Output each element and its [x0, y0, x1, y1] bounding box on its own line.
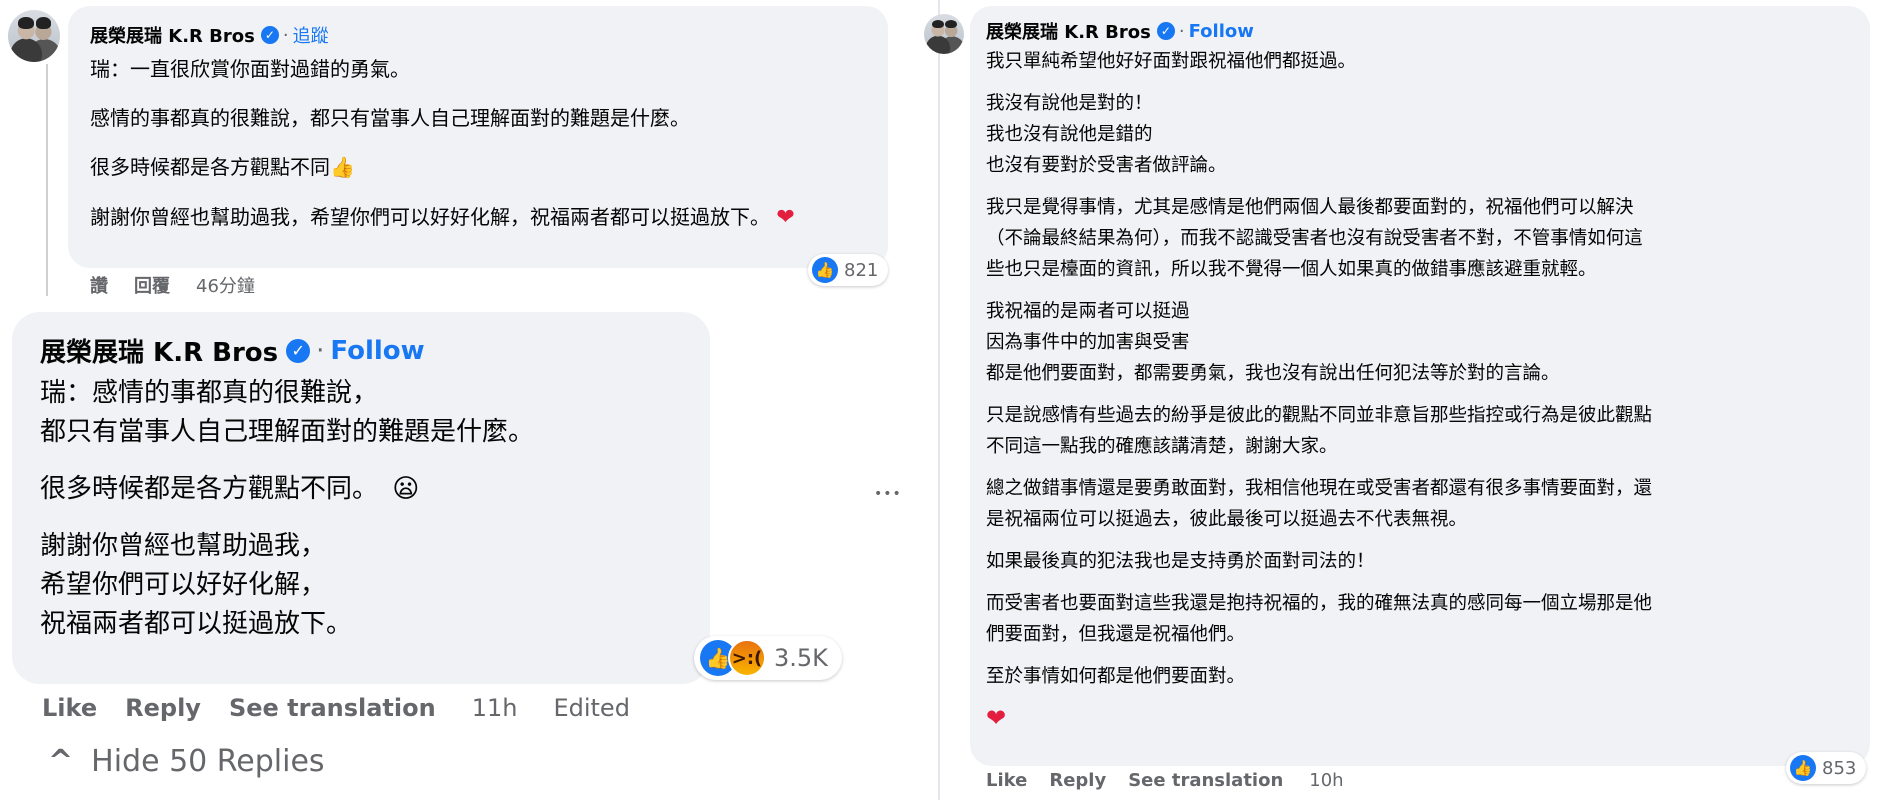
reply-link[interactable]: Reply	[125, 694, 201, 722]
like-link[interactable]: Like	[42, 694, 97, 722]
comment-paragraph: 瑞：一直很欣賞你面對過錯的勇氣。	[90, 57, 410, 81]
reaction-count: 3.5K	[774, 644, 828, 672]
avatar[interactable]	[924, 14, 964, 54]
comment-paragraph-text: 謝謝你曾經也幫助過我，希望你們可以好好化解，祝福兩者都可以挺過放下。	[90, 205, 770, 229]
separator-dot: ·	[316, 335, 325, 366]
sad-face-emoji-icon: 😦	[392, 474, 420, 504]
comment-line: 我也沒有說他是錯的	[986, 124, 1153, 145]
separator-dot: ·	[1178, 20, 1185, 42]
like-reaction-icon: 👍	[812, 257, 838, 283]
comment-line: 也沒有要對於受害者做評論。	[986, 155, 1227, 176]
comment-line: （不論最終結果為何），而我不認識受害者也沒有說受害者不對，不管事情如何這	[986, 228, 1643, 249]
follow-button[interactable]: 追蹤	[293, 22, 329, 48]
comment-actions-right: Like Reply See translation 10h	[986, 770, 1344, 791]
comment-paragraph: 謝謝你曾經也幫助過我， 希望你們可以好好化解， 祝福兩者都可以挺過放下。	[40, 527, 700, 644]
reaction-count: 853	[1822, 757, 1857, 779]
verified-badge-icon: ✓	[286, 338, 311, 363]
comment-line: 希望你們可以好好化解，	[40, 570, 327, 600]
reaction-summary[interactable]: 👍 821	[808, 254, 889, 286]
comment-paragraph: 而受害者也要面對這些我還是抱持祝福的，我的確無法真的感同每一個立場那是他 們要面…	[986, 588, 1856, 650]
author-name[interactable]: 展榮展瑞 K.R Bros	[90, 22, 255, 48]
like-reaction-icon: 👍	[1790, 755, 1816, 781]
follow-button[interactable]: Follow	[330, 336, 424, 366]
comment-bubble-top: 展榮展瑞 K.R Bros ✓ · 追蹤 瑞：一直很欣賞你面對過錯的勇氣。 感情…	[68, 6, 888, 268]
comment-line: 都是他們要面對，都需要勇氣，我也沒有說出任何犯法等於對的言論。	[986, 363, 1560, 384]
timestamp[interactable]: 11h	[472, 694, 518, 722]
comment-line: 很多時候都是各方觀點不同。	[40, 474, 379, 504]
comment-paragraph: 很多時候都是各方觀點不同👍	[90, 155, 355, 179]
comment-paragraph: 我只單純希望他好好面對跟祝福他們都挺過。	[986, 46, 1856, 77]
comment-paragraph: 我沒有說他是對的！ 我也沒有說他是錯的 也沒有要對於受害者做評論。	[986, 88, 1856, 181]
comment-header: 展榮展瑞 K.R Bros ✓ · Follow	[40, 332, 425, 369]
timestamp[interactable]: 10h	[1309, 770, 1343, 791]
comment-bubble-right: 展榮展瑞 K.R Bros ✓ · Follow 我只單純希望他好好面對跟祝福他…	[970, 6, 1870, 766]
verified-badge-icon: ✓	[1156, 22, 1175, 40]
comment-paragraph: 總之做錯事情還是要勇敢面對，我相信他現在或受害者都還有很多事情要面對，還 是祝福…	[986, 473, 1856, 535]
comment-actions-top: 讚 回覆 46分鐘	[90, 272, 255, 298]
comment-paragraph: 我只是覺得事情，尤其是感情是他們兩個人最後都要面對的，祝福他們可以解決 （不論最…	[986, 192, 1856, 285]
comment-line: 而受害者也要面對這些我還是抱持祝福的，我的確無法真的感同每一個立場那是他	[986, 593, 1653, 614]
panel-divider	[938, 0, 940, 800]
comment-line: 如果最後真的犯法我也是支持勇於面對司法的！	[986, 551, 1375, 572]
heart-emoji-icon: ❤	[776, 205, 795, 230]
comment-actions-main: Like Reply See translation 11h Edited	[42, 694, 630, 722]
comment-line: 都只有當事人自己理解面對的難題是什麼。	[40, 417, 535, 447]
comment-text: 瑞：一直很欣賞你面對過錯的勇氣。 感情的事都真的很難說，都只有當事人自己理解面對…	[90, 54, 870, 235]
angry-reaction-icon: >:(	[728, 639, 766, 677]
comment-bubble-main: 展榮展瑞 K.R Bros ✓ · Follow 瑞：感情的事都真的很難說， 都…	[12, 312, 710, 684]
edited-label[interactable]: Edited	[553, 694, 629, 722]
reaction-summary[interactable]: 👍 853	[1786, 752, 1867, 784]
comment-paragraph: 我祝福的是兩者可以挺過 因為事件中的加害與受害 都是他們要面對，都需要勇氣，我也…	[986, 296, 1856, 389]
author-name[interactable]: 展榮展瑞 K.R Bros	[986, 18, 1151, 44]
comment-paragraph: 只是說感情有些過去的紛爭是彼此的觀點不同並非意旨那些指控或行為是彼此觀點 不同這…	[986, 400, 1856, 462]
author-name[interactable]: 展榮展瑞 K.R Bros	[40, 332, 278, 369]
avatar[interactable]	[8, 10, 60, 62]
comment-header: 展榮展瑞 K.R Bros ✓ · 追蹤	[90, 22, 329, 48]
comment-line: 因為事件中的加害與受害	[986, 332, 1190, 353]
see-translation-link[interactable]: See translation	[1128, 770, 1283, 791]
comment-paragraph: ❤	[986, 703, 1856, 736]
reaction-count: 821	[844, 259, 879, 281]
follow-button[interactable]: Follow	[1189, 21, 1254, 42]
hide-replies-button[interactable]: ^ Hide 50 Replies	[48, 744, 325, 779]
comment-paragraph: 感情的事都真的很難說，都只有當事人自己理解面對的難題是什麼。	[90, 106, 690, 130]
comment-line: 我只是覺得事情，尤其是感情是他們兩個人最後都要面對的，祝福他們可以解決	[986, 197, 1634, 218]
comment-line: 只是說感情有些過去的紛爭是彼此的觀點不同並非意旨那些指控或行為是彼此觀點	[986, 405, 1653, 426]
reply-link[interactable]: Reply	[1049, 770, 1106, 791]
hide-replies-label: Hide 50 Replies	[91, 744, 325, 779]
comment-line: 我祝福的是兩者可以挺過	[986, 301, 1190, 322]
more-options-icon[interactable]: •••	[874, 486, 902, 502]
comment-paragraph: 至於事情如何都是他們要面對。	[986, 661, 1856, 692]
comment-line: 些也只是檯面的資訊，所以我不覺得一個人如果真的做錯事應該避重就輕。	[986, 259, 1597, 280]
comment-paragraph: 很多時候都是各方觀點不同。 😦	[40, 470, 700, 509]
separator-dot: ·	[282, 24, 289, 46]
comment-line: 不同這一點我的確應該講清楚，謝謝大家。	[986, 436, 1338, 457]
comment-header: 展榮展瑞 K.R Bros ✓ · Follow	[986, 18, 1254, 44]
heart-emoji-icon: ❤	[986, 704, 1007, 732]
comment-paragraph: 如果最後真的犯法我也是支持勇於面對司法的！	[986, 546, 1856, 577]
comment-line: 至於事情如何都是他們要面對。	[986, 666, 1246, 687]
comment-line: 謝謝你曾經也幫助過我，	[40, 531, 327, 561]
comment-paragraph: 瑞：感情的事都真的很難說， 都只有當事人自己理解面對的難題是什麼。	[40, 374, 700, 452]
comment-line: 我只單純希望他好好面對跟祝福他們都挺過。	[986, 51, 1357, 72]
comment-line: 祝福兩者都可以挺過放下。	[40, 609, 353, 639]
thread-line-top	[46, 64, 48, 296]
comment-paragraph: 謝謝你曾經也幫助過我，希望你們可以好好化解，祝福兩者都可以挺過放下。 ❤	[90, 201, 870, 235]
verified-badge-icon: ✓	[260, 26, 279, 44]
comment-text: 我只單純希望他好好面對跟祝福他們都挺過。 我沒有說他是對的！ 我也沒有說他是錯的…	[986, 46, 1856, 736]
like-link[interactable]: 讚	[90, 272, 108, 298]
comment-line: 們要面對，但我還是祝福他們。	[986, 624, 1246, 645]
reply-link[interactable]: 回覆	[134, 272, 170, 298]
like-link[interactable]: Like	[986, 770, 1027, 791]
comment-text: 瑞：感情的事都真的很難說， 都只有當事人自己理解面對的難題是什麼。 很多時候都是…	[40, 374, 700, 644]
reaction-summary[interactable]: 👍 >:( 3.5K	[694, 636, 842, 680]
comment-line: 瑞：感情的事都真的很難說，	[40, 378, 379, 408]
comment-line: 總之做錯事情還是要勇敢面對，我相信他現在或受害者都還有很多事情要面對，還	[986, 478, 1653, 499]
timestamp[interactable]: 46分鐘	[196, 272, 255, 298]
comment-line: 是祝福兩位可以挺過去，彼此最後可以挺過去不代表無視。	[986, 509, 1468, 530]
comment-line: 我沒有說他是對的！	[986, 93, 1153, 114]
chevron-up-icon: ^	[48, 744, 74, 779]
see-translation-link[interactable]: See translation	[229, 694, 436, 722]
